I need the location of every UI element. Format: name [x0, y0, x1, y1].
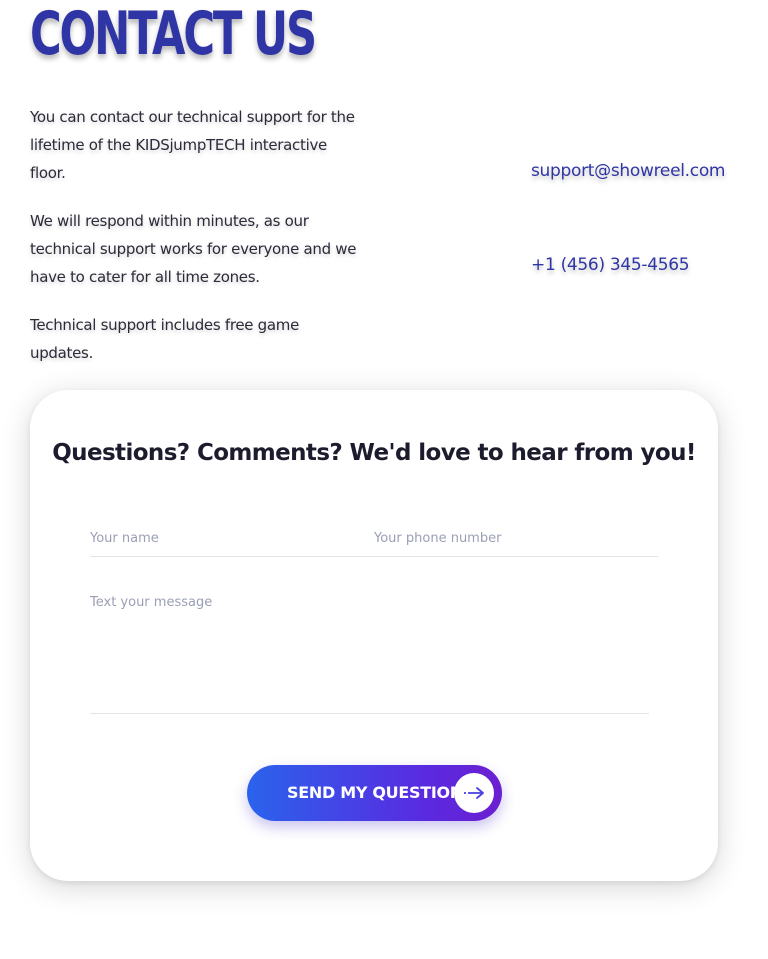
send-button-label: SEND MY QUESTION — [287, 783, 463, 802]
send-question-button[interactable]: SEND MY QUESTION — [247, 765, 502, 821]
support-email-link[interactable]: support@showreel.com — [531, 161, 725, 181]
intro-paragraph-updates: Technical support includes free game upd… — [30, 316, 300, 362]
contact-form-card: Questions? Comments? We'd love to hear f… — [30, 390, 718, 881]
support-phone-link[interactable]: +1 (456) 345-4565 — [531, 255, 690, 275]
name-input[interactable] — [90, 520, 380, 557]
intro-text: You can contact our technical support fo… — [30, 103, 360, 387]
phone-input[interactable] — [374, 520, 658, 557]
arrow-right-icon — [454, 773, 494, 813]
intro-paragraph-response: We will respond within minutes, as our t… — [30, 212, 357, 286]
form-heading: Questions? Comments? We'd love to hear f… — [52, 440, 696, 466]
message-textarea[interactable] — [90, 594, 649, 714]
intro-paragraph-lifetime: You can contact our technical support fo… — [30, 108, 355, 182]
contact-page: CONTACT US You can contact our technical… — [0, 0, 768, 959]
page-title: CONTACT US — [30, 0, 317, 69]
